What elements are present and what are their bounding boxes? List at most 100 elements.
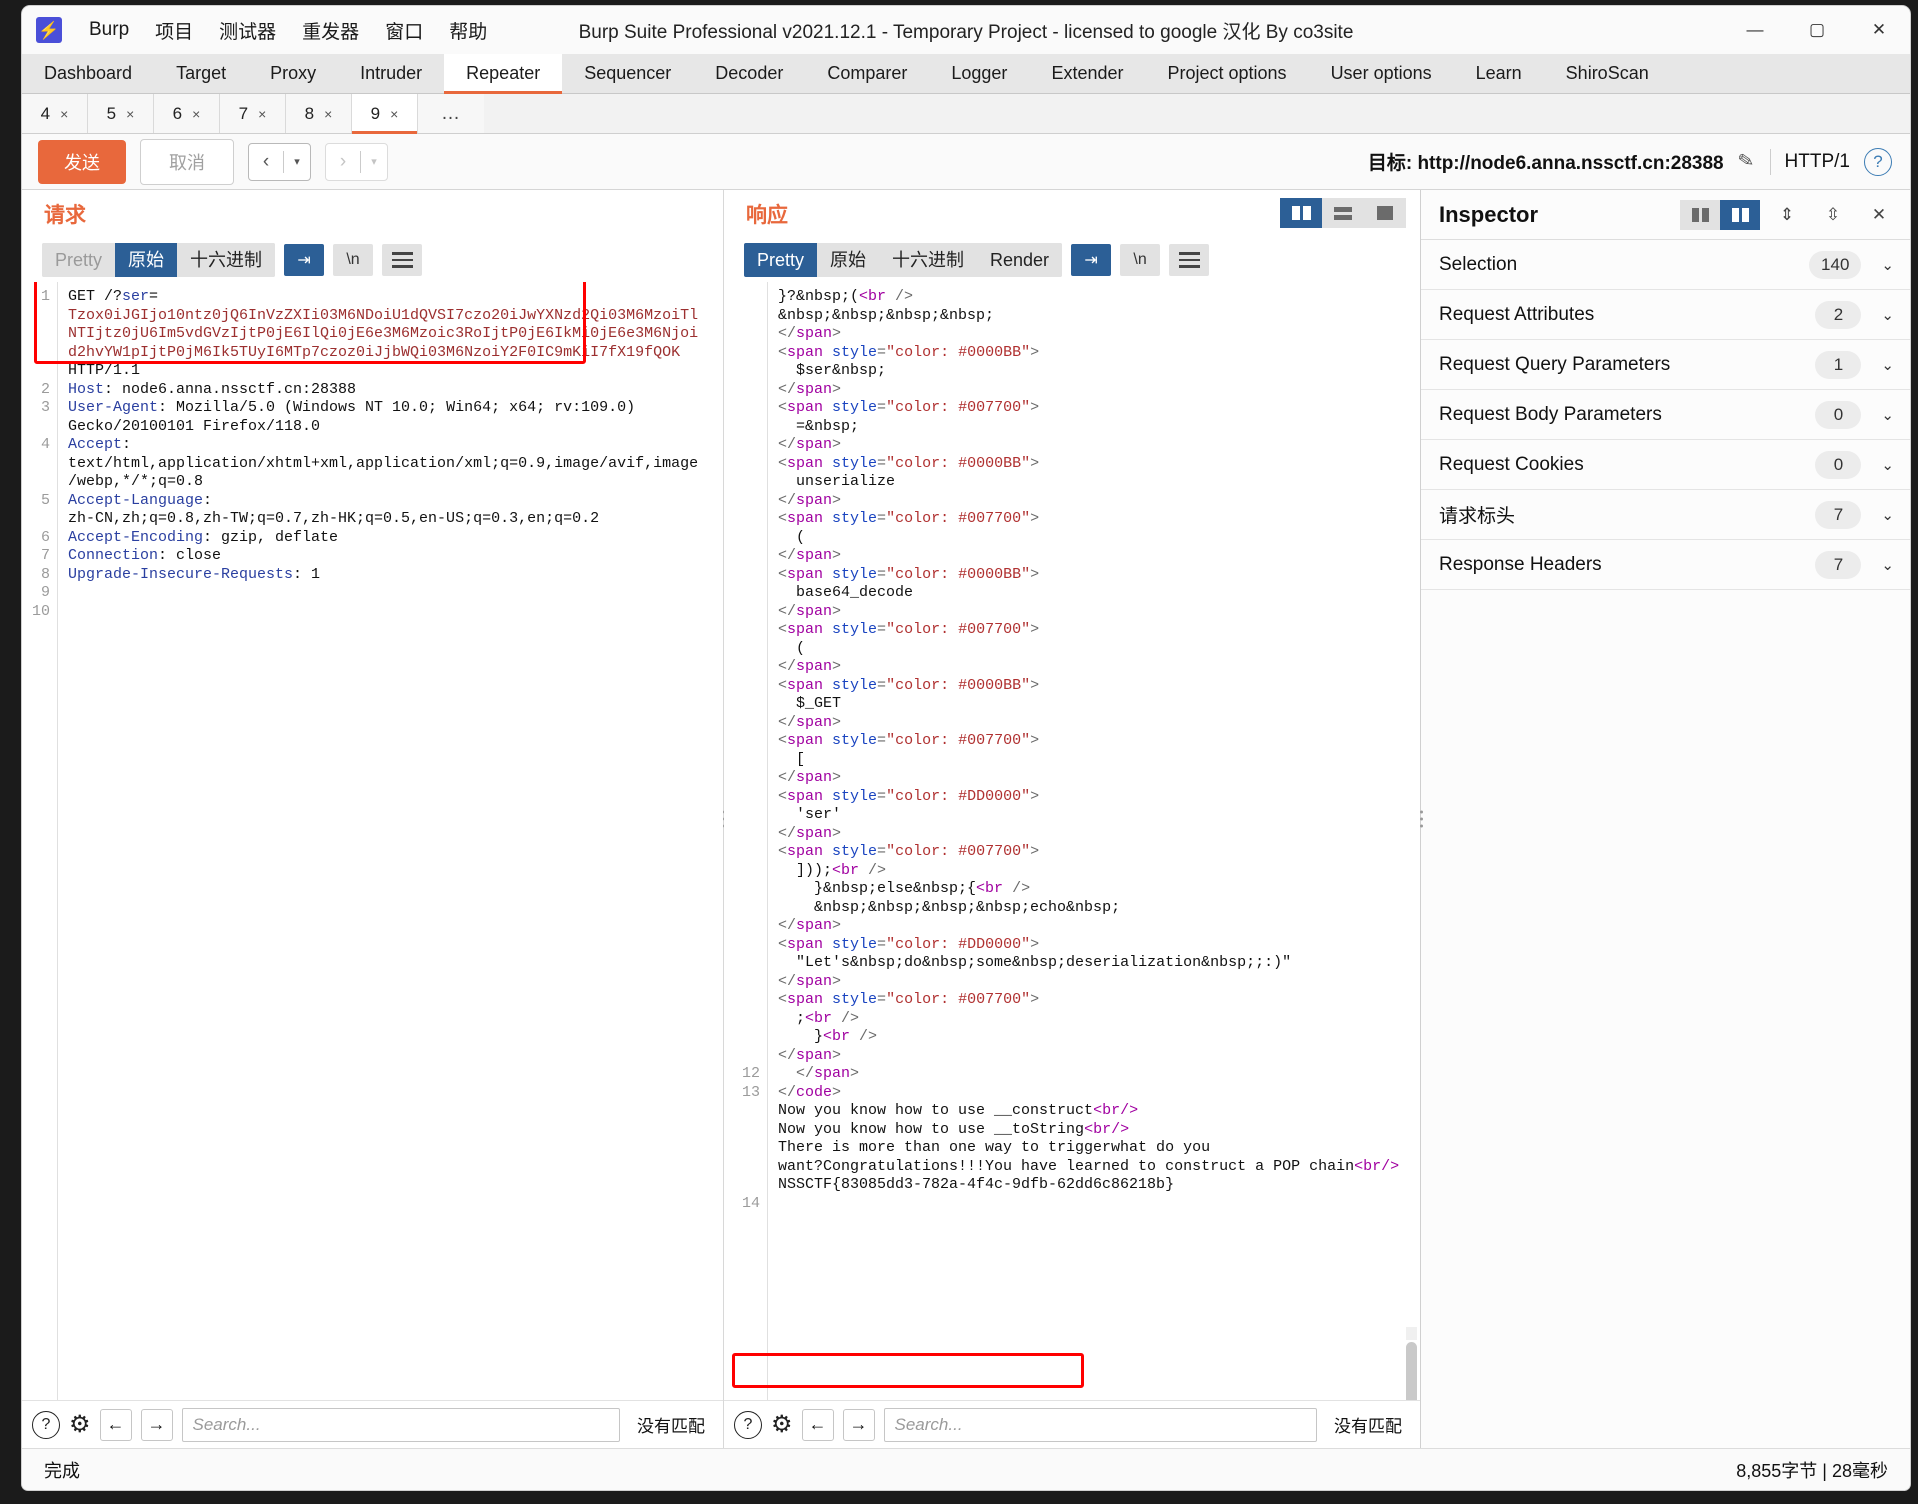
response-scrollbar-track[interactable]: [1406, 1327, 1417, 1340]
repeater-tab-4[interactable]: 4 ×: [22, 94, 88, 133]
request-search-input[interactable]: [181, 1407, 620, 1442]
tab-user-options[interactable]: User options: [1309, 54, 1454, 93]
send-button[interactable]: 发送: [38, 139, 126, 184]
collapse-all-icon[interactable]: ⇳: [1814, 199, 1852, 231]
chevron-down-icon[interactable]: ⌄: [1881, 506, 1894, 524]
expand-all-icon[interactable]: ⇕: [1768, 199, 1806, 231]
word-wrap-icon[interactable]: ⇥: [1071, 244, 1112, 276]
chevron-down-icon[interactable]: ▾: [361, 144, 387, 180]
request-format-raw[interactable]: 原始: [115, 242, 178, 278]
response-search-input[interactable]: [883, 1407, 1317, 1442]
chevron-down-icon[interactable]: ▾: [284, 144, 310, 180]
search-next-button[interactable]: →: [842, 1408, 875, 1441]
tab-extender[interactable]: Extender: [1029, 54, 1145, 93]
inspector-row[interactable]: 请求标头 7 ⌄: [1421, 490, 1910, 540]
inspector-layout-left-button[interactable]: [1680, 199, 1720, 230]
tab-intruder[interactable]: Intruder: [338, 54, 444, 93]
tab-proxy[interactable]: Proxy: [248, 54, 338, 93]
tab-logger[interactable]: Logger: [929, 54, 1029, 93]
close-icon[interactable]: ×: [126, 106, 134, 122]
tab-comparer[interactable]: Comparer: [805, 54, 929, 93]
search-prev-button[interactable]: ←: [801, 1408, 834, 1441]
menu-help[interactable]: 帮助: [436, 12, 500, 49]
inspector-row[interactable]: Request Cookies 0 ⌄: [1421, 440, 1910, 490]
response-code[interactable]: }?&nbsp;(<br /> &nbsp;&nbsp;&nbsp;&nbsp; <…: [768, 282, 1420, 1400]
forward-nav-group[interactable]: › ▾: [325, 142, 388, 181]
repeater-tab-6[interactable]: 6 ×: [154, 94, 220, 133]
minimize-button[interactable]: —: [1724, 6, 1786, 54]
menu-intruder[interactable]: 测试器: [206, 12, 289, 49]
inspector-row[interactable]: Response Headers 7 ⌄: [1421, 540, 1910, 590]
menu-repeater[interactable]: 重发器: [289, 12, 372, 49]
help-icon[interactable]: ?: [734, 1410, 762, 1439]
response-editor[interactable]: 12 13 14 }?&nbsp;(<br /> &nbsp;&nbsp;&nbsp…: [724, 282, 1420, 1400]
close-icon[interactable]: ✕: [1860, 199, 1898, 231]
http-version-label[interactable]: HTTP/1: [1771, 151, 1864, 173]
tab-project-options[interactable]: Project options: [1145, 54, 1308, 93]
gear-icon[interactable]: ⚙: [69, 1412, 91, 1437]
request-menu-icon[interactable]: [382, 244, 423, 276]
tab-sequencer[interactable]: Sequencer: [562, 54, 693, 93]
search-prev-button[interactable]: ←: [99, 1408, 132, 1441]
chevron-left-icon[interactable]: ‹: [249, 144, 283, 180]
response-format-pretty[interactable]: Pretty: [744, 242, 818, 278]
chevron-down-icon[interactable]: ⌄: [1881, 456, 1894, 474]
response-menu-icon[interactable]: [1169, 244, 1210, 276]
request-editor[interactable]: 1 23 4 5 6 7 8 9 10 GET /?ser= Tzox0iJGIjo10n…: [22, 282, 723, 1400]
close-icon[interactable]: ×: [258, 106, 266, 122]
response-splitter-handle[interactable]: [1416, 810, 1426, 828]
help-icon[interactable]: ?: [1864, 147, 1892, 176]
back-nav-group[interactable]: ‹ ▾: [248, 142, 311, 181]
inspector-layout-right-button[interactable]: [1720, 199, 1760, 230]
response-format-raw[interactable]: 原始: [817, 242, 880, 278]
newline-icon[interactable]: \n: [333, 244, 374, 276]
chevron-down-icon[interactable]: ⌄: [1881, 356, 1894, 374]
repeater-tab-overflow[interactable]: …: [418, 94, 484, 133]
repeater-tab-7[interactable]: 7 ×: [220, 94, 286, 133]
response-format-render[interactable]: Render: [977, 242, 1063, 278]
chevron-right-icon[interactable]: ›: [326, 144, 360, 180]
tab-dashboard[interactable]: Dashboard: [22, 54, 154, 93]
tab-shiroscan[interactable]: ShiroScan: [1544, 54, 1671, 93]
menu-window[interactable]: 窗口: [372, 12, 436, 49]
close-icon[interactable]: ×: [324, 106, 332, 122]
inspector-row[interactable]: Selection 140 ⌄: [1421, 240, 1910, 290]
search-next-button[interactable]: →: [140, 1408, 173, 1441]
gear-icon[interactable]: ⚙: [771, 1412, 793, 1437]
close-icon[interactable]: ×: [390, 106, 398, 122]
layout-stacked-button[interactable]: [1322, 198, 1364, 228]
newline-icon[interactable]: \n: [1120, 244, 1161, 276]
tab-decoder[interactable]: Decoder: [693, 54, 805, 93]
word-wrap-icon[interactable]: ⇥: [284, 244, 325, 276]
chevron-down-icon[interactable]: ⌄: [1881, 556, 1894, 574]
cancel-button[interactable]: 取消: [140, 138, 234, 185]
inspector-row[interactable]: Request Query Parameters 1 ⌄: [1421, 340, 1910, 390]
chevron-down-icon[interactable]: ⌄: [1881, 256, 1894, 274]
repeater-tab-9[interactable]: 9 ×: [352, 94, 418, 134]
repeater-tab-8[interactable]: 8 ×: [286, 94, 352, 133]
menu-project[interactable]: 项目: [142, 12, 206, 49]
inspector-row[interactable]: Request Body Parameters 0 ⌄: [1421, 390, 1910, 440]
tab-target[interactable]: Target: [154, 54, 248, 93]
request-format-hex[interactable]: 十六进制: [177, 242, 276, 278]
tab-learn[interactable]: Learn: [1454, 54, 1544, 93]
help-icon[interactable]: ?: [32, 1410, 60, 1439]
response-format-hex[interactable]: 十六进制: [879, 242, 978, 278]
close-icon[interactable]: ×: [60, 106, 68, 122]
menu-burp[interactable]: Burp: [76, 14, 142, 46]
request-code[interactable]: GET /?ser= Tzox0iJGIjo10ntz0jQ6InVzZXIi03…: [58, 282, 723, 1400]
line-number: [724, 473, 760, 492]
close-icon[interactable]: ×: [192, 106, 200, 122]
response-scrollbar-thumb[interactable]: [1406, 1342, 1417, 1400]
repeater-tab-5[interactable]: 5 ×: [88, 94, 154, 133]
inspector-row[interactable]: Request Attributes 2 ⌄: [1421, 290, 1910, 340]
chevron-down-icon[interactable]: ⌄: [1881, 306, 1894, 324]
request-format-pretty[interactable]: Pretty: [42, 242, 116, 278]
pencil-icon[interactable]: ✎: [1736, 149, 1756, 174]
maximize-button[interactable]: ▢: [1786, 6, 1848, 54]
tab-repeater[interactable]: Repeater: [444, 54, 563, 94]
layout-single-button[interactable]: [1364, 198, 1406, 228]
layout-side-by-side-button[interactable]: [1280, 198, 1322, 228]
chevron-down-icon[interactable]: ⌄: [1881, 406, 1894, 424]
close-button[interactable]: ✕: [1848, 6, 1910, 54]
